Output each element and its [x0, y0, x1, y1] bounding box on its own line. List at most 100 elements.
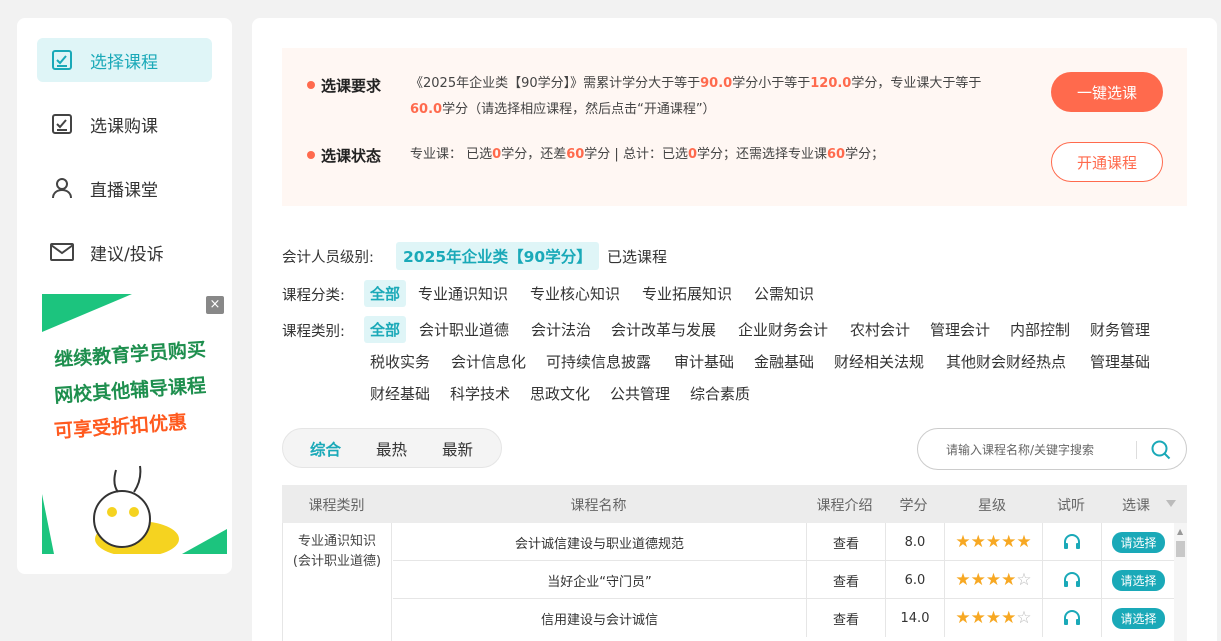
- category-chip[interactable]: 专业核心知识: [524, 280, 626, 307]
- type-chip[interactable]: 财经基础: [364, 380, 436, 407]
- scroll-up-icon[interactable]: ▲: [1177, 527, 1183, 536]
- min-credit: 90.0: [700, 76, 733, 91]
- category-chip[interactable]: 公需知识: [748, 280, 820, 307]
- table-row: 会计诚信建设与职业道德规范 查看 8.0 ★★★★★ 请选择: [393, 523, 1175, 561]
- category-chip[interactable]: 全部: [364, 280, 407, 307]
- headphones-icon[interactable]: [1062, 608, 1082, 628]
- sidebar-item-label: 选课购课: [90, 116, 158, 137]
- status-part: 学分；还需选择专业课: [697, 147, 828, 162]
- type-chip[interactable]: 可持续信息披露: [540, 348, 657, 375]
- type-chip[interactable]: 公共管理: [604, 380, 676, 407]
- search-divider: [1136, 441, 1137, 459]
- sidebar-item-label: 选择课程: [90, 52, 158, 73]
- type-chip[interactable]: 科学技术: [444, 380, 516, 407]
- star-rating: ★★★★★: [945, 523, 1043, 561]
- category-chip[interactable]: 专业拓展知识: [636, 280, 738, 307]
- select-course-button[interactable]: 请选择: [1112, 607, 1165, 629]
- table-header: 课程类别 课程名称 课程介绍 学分 星级 试听 选课: [282, 485, 1187, 523]
- checkbox-icon: [50, 112, 74, 136]
- sidebar-item-label: 直播课堂: [90, 180, 158, 201]
- course-credit: 6.0: [886, 561, 945, 599]
- course-name[interactable]: 当好企业“守门员”: [393, 561, 807, 599]
- col-header-category: 课程类别: [308, 498, 365, 514]
- view-intro-link[interactable]: 查看: [807, 523, 886, 561]
- type-chip[interactable]: 思政文化: [524, 380, 596, 407]
- type-chip[interactable]: 管理会计: [924, 316, 996, 343]
- select-course-button[interactable]: 请选择: [1112, 569, 1165, 591]
- type-chip[interactable]: 会计改革与发展: [605, 316, 722, 343]
- category-cell-line: 专业通识知识: [297, 534, 376, 549]
- category-chip[interactable]: 专业通识知识: [412, 280, 514, 307]
- bullet-dot: [307, 151, 315, 159]
- col-header-intro: 课程介绍: [816, 498, 873, 514]
- select-cell: 请选择: [1102, 599, 1175, 637]
- type-chip[interactable]: 会计信息化: [445, 348, 532, 375]
- type-chip[interactable]: 企业财务会计: [732, 316, 834, 343]
- sidebar-item-live[interactable]: 直播课堂: [37, 166, 212, 210]
- table-body: 专业通识知识 (会计职业道德) 会计诚信建设与职业道德规范 查看 8.0 ★★★…: [282, 523, 1187, 641]
- type-chip[interactable]: 金融基础: [748, 348, 820, 375]
- type-chip[interactable]: 全部: [364, 316, 407, 343]
- type-chip[interactable]: 会计法治: [525, 316, 597, 343]
- type-chip[interactable]: 农村会计: [844, 316, 916, 343]
- type-chip[interactable]: 综合素质: [684, 380, 756, 407]
- type-chip[interactable]: 审计基础: [668, 348, 740, 375]
- type-chip[interactable]: 内部控制: [1004, 316, 1076, 343]
- tab-comprehensive[interactable]: 综合: [310, 438, 341, 460]
- type-chip[interactable]: 管理基础: [1084, 348, 1156, 375]
- status-text: 专业课： 已选0学分，还差60学分 | 总计：已选0学分；还需选择专业课60学分…: [410, 142, 1035, 168]
- total-credit: 0: [687, 147, 697, 162]
- selected-courses-link[interactable]: 已选课程: [601, 243, 673, 270]
- headphones-icon[interactable]: [1062, 532, 1082, 552]
- type-chip[interactable]: 其他财会财经热点: [940, 348, 1072, 375]
- select-cell: 请选择: [1102, 561, 1175, 599]
- tab-hottest[interactable]: 最热: [376, 438, 407, 460]
- table-row: 信用建设与会计诚信 查看 14.0 ★★★★ ☆ 请选择: [393, 599, 1175, 637]
- view-intro-link[interactable]: 查看: [807, 599, 886, 637]
- scroll-thumb[interactable]: [1176, 541, 1185, 557]
- sidebar-item-buy-course[interactable]: 选课购课: [37, 102, 212, 146]
- course-credit: 8.0: [886, 523, 945, 561]
- course-credit: 14.0: [886, 599, 945, 637]
- table-scrollbar[interactable]: ▲: [1174, 523, 1187, 641]
- table-row: 当好企业“守门员” 查看 6.0 ★★★★ ☆ 请选择: [393, 561, 1175, 599]
- col-header-select: 选课: [1122, 498, 1150, 514]
- needed-credit: 60: [566, 147, 585, 162]
- type-chip[interactable]: 会计职业道德: [413, 316, 515, 343]
- search-input[interactable]: 请输入课程名称/关键字搜索: [946, 441, 1094, 458]
- course-name[interactable]: 信用建设与会计诚信: [393, 599, 807, 637]
- view-intro-link[interactable]: 查看: [807, 561, 886, 599]
- search-icon[interactable]: [1150, 439, 1172, 461]
- col-header-preview: 试听: [1057, 498, 1085, 514]
- main-panel: 选课要求 《2025年企业类【90学分】》需累计学分大于等于90.0学分小于等于…: [252, 18, 1217, 641]
- select-course-button[interactable]: 请选择: [1112, 531, 1165, 553]
- req-text-a: 《2025年企业类【90学分】》需累计学分大于等于: [410, 76, 701, 91]
- search-box[interactable]: 请输入课程名称/关键字搜索: [917, 428, 1187, 470]
- req-text-c: 学分，专业课大于等于: [851, 76, 982, 91]
- requirement-text: 《2025年企业类【90学分】》需累计学分大于等于90.0学分小于等于120.0…: [410, 71, 1035, 123]
- tab-newest[interactable]: 最新: [442, 438, 473, 460]
- status-label: 选课状态: [321, 147, 382, 165]
- needed-prof-credit: 60: [827, 147, 846, 162]
- one-click-select-button[interactable]: 一键选课: [1051, 72, 1163, 112]
- open-course-button[interactable]: 开通课程: [1051, 142, 1163, 182]
- type-chip[interactable]: 税收实务: [364, 348, 436, 375]
- type-label: 课程类别:: [282, 324, 345, 340]
- sidebar-item-select-course[interactable]: 选择课程: [37, 38, 212, 82]
- preview-cell: [1043, 523, 1102, 561]
- sort-dropdown-icon[interactable]: [1166, 500, 1176, 507]
- course-name[interactable]: 会计诚信建设与职业道德规范: [393, 523, 807, 561]
- type-chip[interactable]: 财经相关法规: [828, 348, 930, 375]
- sidebar: 选择课程 选课购课 直播课堂 建议/投诉 × 继续教育学员购买 网校其他辅导课程…: [17, 18, 232, 574]
- headphones-icon[interactable]: [1062, 570, 1082, 590]
- category-cell: 专业通识知识 (会计职业道德): [283, 523, 392, 641]
- close-icon[interactable]: ×: [206, 296, 224, 314]
- sidebar-item-feedback[interactable]: 建议/投诉: [37, 230, 212, 274]
- type-chip[interactable]: 财务管理: [1084, 316, 1156, 343]
- promo-banner[interactable]: × 继续教育学员购买 网校其他辅导课程 可享受折扣优惠: [42, 294, 227, 554]
- preview-cell: [1043, 561, 1102, 599]
- requirement-box: 选课要求 《2025年企业类【90学分】》需累计学分大于等于90.0学分小于等于…: [282, 48, 1187, 206]
- bullet-dot: [307, 81, 315, 89]
- level-selected-chip[interactable]: 2025年企业类【90学分】: [396, 242, 599, 270]
- requirement-label: 选课要求: [321, 77, 382, 95]
